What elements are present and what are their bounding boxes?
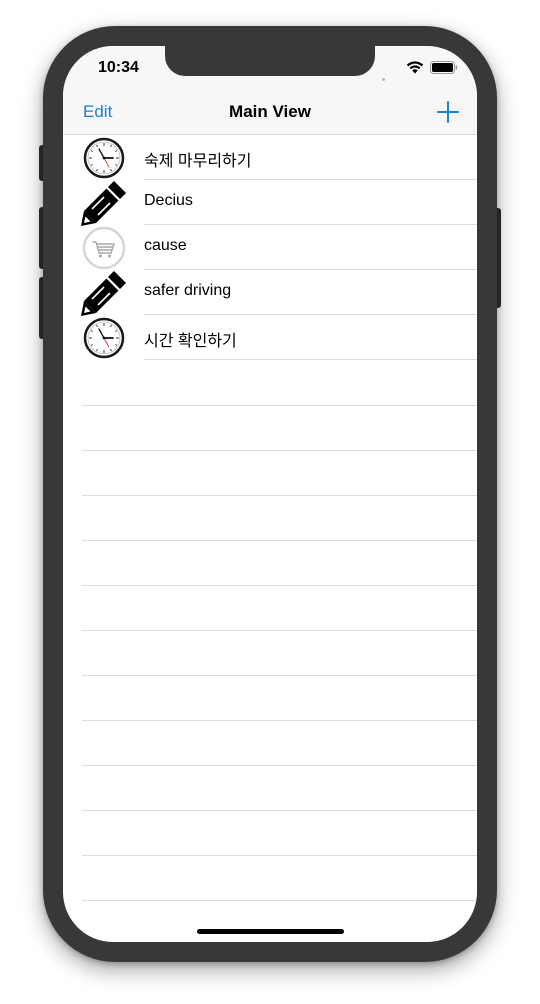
pencil-icon: [81, 271, 126, 316]
empty-row-separator: [82, 630, 477, 631]
list-item-label: Decius: [144, 192, 193, 209]
empty-row-separator: [82, 855, 477, 856]
list-item-label: 시간 확인하기: [144, 333, 237, 350]
battery-icon: [430, 61, 458, 74]
empty-row-separator: [82, 495, 477, 496]
phone-frame: 10:34 Edit Main View 숙제 마무리하기 Decius cau…: [43, 26, 497, 962]
home-indicator[interactable]: [197, 929, 344, 934]
empty-row-separator: [82, 540, 477, 541]
clock-icon: [83, 137, 125, 179]
list-item[interactable]: safer driving: [63, 270, 477, 316]
empty-row-separator: [82, 900, 477, 901]
pencil-icon: [81, 181, 126, 226]
clock-icon: [83, 317, 125, 359]
empty-row-separator: [82, 585, 477, 586]
list-item-label: safer driving: [144, 282, 232, 299]
empty-row-separator: [82, 720, 477, 721]
notch: [165, 46, 375, 76]
navigation-bar: Edit Main View: [63, 90, 477, 135]
empty-row-separator: [82, 810, 477, 811]
status-time: 10:34: [98, 59, 139, 76]
plus-icon[interactable]: [432, 96, 464, 128]
list-item[interactable]: 시간 확인하기: [63, 315, 477, 360]
empty-row-separator: [82, 450, 477, 451]
row-separator: [144, 359, 477, 360]
empty-row-separator: [82, 675, 477, 676]
empty-row-separator: [82, 765, 477, 766]
screen: 10:34 Edit Main View 숙제 마무리하기 Decius cau…: [63, 46, 477, 942]
wifi-icon: [406, 61, 424, 74]
list-item-label: cause: [144, 237, 187, 254]
list-item-label: 숙제 마무리하기: [144, 153, 252, 170]
empty-row-separator: [82, 405, 477, 406]
shopping-cart-icon: [82, 226, 126, 270]
list-item[interactable]: Decius: [63, 180, 477, 226]
list-item[interactable]: cause: [63, 225, 477, 270]
page-title: Main View: [229, 102, 311, 121]
list-item[interactable]: 숙제 마무리하기: [63, 135, 477, 180]
